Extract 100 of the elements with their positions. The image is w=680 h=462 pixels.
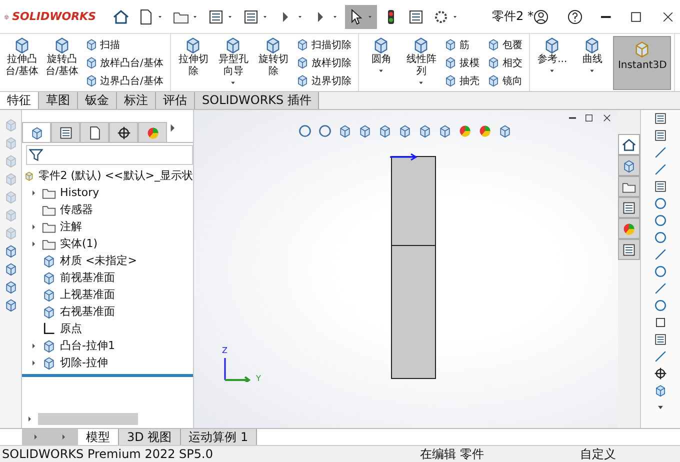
ribbon-button[interactable]: 拉伸切除: [174, 36, 212, 78]
tree-item[interactable]: 注解: [60, 219, 82, 234]
tree-item[interactable]: 上视基准面: [60, 287, 115, 302]
feature-icon: [444, 38, 458, 51]
feature-icon: [444, 56, 458, 69]
feature-icon: [487, 56, 500, 69]
cube-icon: [4, 136, 18, 150]
status-text: SOLIDWORKS Premium 2022 SP5.0: [2, 447, 214, 461]
axis-triad-drawing: [222, 356, 252, 382]
cube-icon: [4, 172, 18, 186]
units-menu[interactable]: 自定义: [580, 446, 616, 462]
cube-icon: [4, 154, 18, 168]
document-tab[interactable]: 运动算例 1: [180, 429, 258, 445]
appearance-ball-icon: [622, 222, 636, 236]
ribbon-button[interactable]: 线性阵列: [402, 36, 440, 88]
command-tab[interactable]: 草图: [39, 92, 78, 109]
tree-item[interactable]: 材质 <未指定>: [60, 253, 137, 268]
tree-item[interactable]: 原点: [60, 321, 82, 336]
expand-arrow-icon: [30, 342, 38, 350]
graphics-viewport[interactable]: Z Y: [194, 110, 618, 428]
cube-icon: [4, 244, 18, 258]
list-icon: [58, 126, 72, 140]
app-logo: SOLIDWORKS: [12, 10, 96, 23]
feature-icon: [85, 38, 98, 51]
ellipse-icon: [654, 265, 667, 278]
panel-tab[interactable]: [80, 122, 109, 142]
feature-icon: [296, 74, 310, 87]
document-tab[interactable]: 3D 视图: [119, 429, 181, 445]
ribbon-button[interactable]: 异型孔向导: [214, 36, 252, 88]
ribbon-button[interactable]: 放样凸台/基体: [85, 54, 164, 71]
minimize-icon: [569, 117, 576, 119]
axis-label: Z: [222, 346, 228, 355]
gear-icon: [433, 8, 449, 24]
crosshair-icon: [116, 126, 130, 140]
ribbon-button[interactable]: 相交: [487, 54, 522, 71]
zoom-area-icon: [318, 124, 332, 138]
list-icon: [408, 8, 424, 24]
ribbon-button[interactable]: 曲线: [573, 36, 612, 76]
select-button[interactable]: [345, 4, 377, 28]
command-tab[interactable]: SOLIDWORKS 插件: [195, 92, 320, 109]
close-icon: [602, 113, 612, 123]
status-text: 在编辑 零件: [420, 446, 485, 462]
cube-icon: [4, 226, 18, 240]
command-tab[interactable]: 标注: [117, 92, 156, 109]
task-pane-tab[interactable]: [618, 176, 640, 197]
command-tab[interactable]: 特征: [0, 92, 39, 109]
tree-item[interactable]: 零件2 (默认) <<默认>_显示状: [38, 168, 193, 183]
tree-item[interactable]: 右视基准面: [60, 304, 115, 319]
ribbon-button[interactable]: 参考...: [533, 36, 572, 76]
feature-icon: [296, 56, 310, 69]
window-title: 零件2 *: [492, 8, 534, 25]
tree-item[interactable]: 前视基准面: [60, 270, 115, 285]
task-pane-tab[interactable]: [618, 197, 640, 218]
ribbon-button[interactable]: 包覆: [487, 36, 522, 53]
command-tab[interactable]: 评估: [156, 92, 195, 109]
cube-icon: [4, 190, 18, 204]
zoom-icon: [298, 124, 312, 138]
feature-icon: [85, 74, 98, 87]
tree-item[interactable]: History: [60, 186, 100, 199]
command-tab[interactable]: 钣金: [78, 92, 117, 109]
filter-icon: [29, 148, 43, 162]
maximize-icon: [629, 10, 644, 24]
user-icon: [533, 8, 550, 24]
task-pane-tab[interactable]: [618, 239, 640, 260]
home-icon: [622, 138, 636, 152]
model-body[interactable]: [391, 245, 436, 379]
cube-icon: [4, 118, 18, 132]
panel-tab[interactable]: [109, 122, 138, 142]
tree-item[interactable]: 实体(1): [60, 236, 98, 251]
ribbon-button[interactable]: 边界切除: [296, 72, 352, 89]
close-icon: [661, 10, 676, 24]
ribbon-button[interactable]: 拔模: [444, 54, 480, 71]
circle-icon: [654, 214, 667, 227]
new-document-icon: [138, 8, 154, 24]
ribbon-button[interactable]: 放样切除: [296, 54, 352, 71]
filter-field[interactable]: [26, 145, 193, 165]
ribbon-button[interactable]: 扫描: [85, 36, 164, 53]
ribbon-button[interactable]: 镜向: [487, 72, 522, 89]
ribbon-button[interactable]: 圆角: [362, 36, 400, 76]
expand-arrow-icon: [30, 240, 38, 248]
ribbon-button[interactable]: 旋转凸台/基体: [43, 36, 81, 78]
tree-item[interactable]: 传感器: [60, 202, 93, 217]
arrow-right-icon: [60, 433, 68, 441]
axis-label: Y: [256, 374, 261, 383]
ribbon-button[interactable]: 旋转切除: [254, 36, 292, 78]
ribbon-button[interactable]: 抽壳: [444, 72, 480, 89]
ribbon-button[interactable]: 拉伸凸台/基体: [3, 36, 41, 78]
task-pane-tab[interactable]: [618, 134, 640, 155]
tree-item[interactable]: 凸台-拉伸1: [60, 338, 115, 353]
ribbon-button[interactable]: 筋: [444, 36, 480, 53]
feature-icon: [487, 74, 500, 87]
model-body[interactable]: [391, 156, 436, 246]
panel-tab[interactable]: [51, 122, 80, 142]
cube-icon: [4, 208, 18, 222]
instant3d-button[interactable]: Instant3D: [613, 36, 672, 90]
ribbon-button[interactable]: 边界凸台/基体: [85, 72, 164, 89]
tree-item[interactable]: 切除-拉伸: [60, 355, 108, 370]
feature-icon: [444, 74, 458, 87]
ribbon-button[interactable]: 扫描切除: [296, 36, 352, 53]
cube-icon: [654, 384, 667, 397]
